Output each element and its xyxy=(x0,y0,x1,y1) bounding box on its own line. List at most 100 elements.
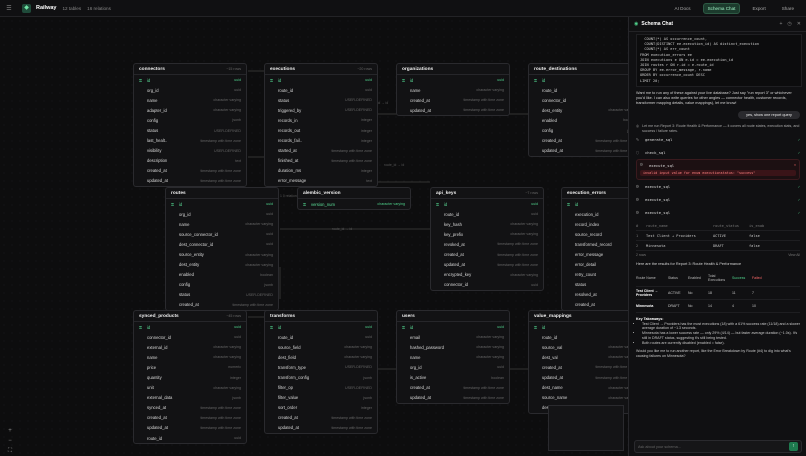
column-row[interactable]: updated_at timestamp with time zone xyxy=(134,176,246,186)
column-row[interactable]: resolved_attimestamp with time zone xyxy=(562,290,628,300)
tool-call-execute_sql[interactable]: ⚙ execute_sql ✓ xyxy=(636,180,800,193)
column-row[interactable]: status USER-DEFINED xyxy=(166,290,278,300)
table-card-execution_errors[interactable]: execution_errors⚿iduuidexecution_iduuidr… xyxy=(561,187,628,312)
column-row[interactable]: configjsonb xyxy=(529,125,628,135)
column-row[interactable]: name character varying xyxy=(397,352,509,362)
column-row[interactable]: updated_at timestamp with time zone xyxy=(431,260,543,270)
column-row[interactable]: name character varying xyxy=(134,352,246,362)
column-row[interactable]: sort_order integer xyxy=(265,403,377,413)
column-row[interactable]: org_id uuid xyxy=(166,209,278,219)
column-row[interactable]: source_field character varying xyxy=(265,342,377,352)
column-row[interactable]: ⚿iduuid xyxy=(134,322,246,332)
column-row[interactable]: retry_countinteger xyxy=(562,270,628,280)
column-row[interactable]: ⚿iduuid xyxy=(529,322,628,332)
fit-view-icon[interactable]: ⛶ xyxy=(4,447,16,455)
table-card-route_destinations[interactable]: route_destinations⚿iduuidroute_iduuidcon… xyxy=(528,63,628,157)
column-row[interactable]: transform_config jsonb xyxy=(265,372,377,382)
zoom-out-icon[interactable]: − xyxy=(4,437,16,445)
project-name[interactable]: Railway xyxy=(36,5,56,11)
schema-canvas[interactable]: route_id → id route_id → id route_id → i… xyxy=(0,17,628,456)
tool-call-check_sql[interactable]: ◌ check_sql ✓ xyxy=(636,146,800,159)
column-row[interactable]: synced_at timestamp with time zone xyxy=(134,403,246,413)
column-row[interactable]: error_detailjsonb xyxy=(562,260,628,270)
table-header[interactable]: organizations xyxy=(397,64,509,75)
column-row[interactable]: ⚿ version_num character varying xyxy=(298,199,410,209)
column-row[interactable]: duration_ms integer xyxy=(265,166,377,176)
tool-call-execute_sql[interactable]: ⚙ execute_sql ✓ xyxy=(636,206,800,219)
column-row[interactable]: unit character varying xyxy=(134,383,246,393)
close-icon[interactable]: ✕ xyxy=(797,21,801,27)
table-card-connectors[interactable]: connectors ~15 rows ⚿ id uuid org_id uuid name c… xyxy=(133,63,247,188)
column-row[interactable]: record_indexinteger xyxy=(562,219,628,229)
column-row[interactable]: updated_at timestamp with time zone xyxy=(529,146,628,156)
column-row[interactable]: enabled boolean xyxy=(166,270,278,280)
column-row[interactable]: updated_at timestamp with time zone xyxy=(265,423,377,433)
column-row[interactable]: name character varying xyxy=(166,219,278,229)
column-row[interactable]: created_at timestamp with time zone xyxy=(397,95,509,105)
table-card-alembic_version[interactable]: alembic_version ⚿ version_num character var… xyxy=(297,187,411,211)
column-row[interactable]: finished_at timestamp with time zone xyxy=(265,156,377,166)
column-row[interactable]: adapter_id character varying xyxy=(134,105,246,115)
column-row[interactable]: source_val character varying xyxy=(529,342,628,352)
column-row[interactable]: records_fail.. integer xyxy=(265,136,377,146)
column-row[interactable]: updated_at timestamp with time zone xyxy=(397,393,509,403)
column-row[interactable]: hashed_password character varying xyxy=(397,342,509,352)
column-row[interactable]: status USER-DEFINED xyxy=(265,95,377,105)
column-row[interactable]: ⚿iduuid xyxy=(431,199,543,209)
column-row[interactable]: created_at timestamp with time zone xyxy=(431,249,543,259)
column-row[interactable]: org_id uuid xyxy=(134,85,246,95)
column-row[interactable]: created_at timestamp with time zone xyxy=(134,166,246,176)
table-header[interactable]: execution_errors xyxy=(562,188,628,199)
send-button[interactable]: ↑ xyxy=(789,442,798,451)
column-row[interactable]: records_out integer xyxy=(265,125,377,135)
table-header[interactable]: executions ~20 rows xyxy=(265,64,377,75)
column-row[interactable]: name character varying xyxy=(397,85,509,95)
column-row[interactable]: ⚿iduuid xyxy=(166,199,278,209)
column-row[interactable]: route_iduuid xyxy=(431,209,543,219)
column-row[interactable]: source_recordjsonb xyxy=(562,229,628,239)
column-row[interactable]: created_at timestamp with time zone xyxy=(166,300,278,310)
column-row[interactable]: triggered_by USER-DEFINED xyxy=(265,105,377,115)
table-card-users[interactable]: users ⚿ id uuid email character varying hashed… xyxy=(396,310,510,404)
table-header[interactable]: connectors ~15 rows xyxy=(134,64,246,75)
column-row[interactable]: route_iduuid xyxy=(265,332,377,342)
column-row[interactable]: dest_entity character varying xyxy=(529,105,628,115)
ai-docs-button[interactable]: AI Docs xyxy=(671,4,695,13)
tool-call-generate_sql[interactable]: ✎ generate_sql ✓ xyxy=(636,133,800,146)
column-row[interactable]: execution_iduuid xyxy=(562,209,628,219)
table-card-synced_products[interactable]: synced_products ~45 rows ⚿ id uuid connector_… xyxy=(133,310,247,445)
minimap[interactable] xyxy=(548,405,624,451)
column-row[interactable]: last_healt.. timestamp with time zone xyxy=(134,136,246,146)
column-row[interactable]: error_messagetext xyxy=(562,249,628,259)
tool-call-execute_sql[interactable]: ⚙ execute_sql ✕ invalid input value for enu… xyxy=(636,159,800,181)
column-row[interactable]: updated_at timestamp with time zone xyxy=(397,105,509,115)
view-all-link[interactable]: View All xyxy=(788,253,800,257)
column-row[interactable]: ⚿iduuid xyxy=(562,199,628,209)
table-card-transforms[interactable]: transforms ⚿ id uuid route_id uuid source_fiel… xyxy=(264,310,378,435)
column-row[interactable]: source_name character varying xyxy=(529,393,628,403)
column-row[interactable]: updated_at timestamp with time zone xyxy=(529,372,628,382)
column-row[interactable]: source_entity character varying xyxy=(166,249,278,259)
new-chat-icon[interactable]: + xyxy=(780,21,783,27)
column-row[interactable]: status USER-DEFINED xyxy=(134,125,246,135)
column-row[interactable]: dest_name character varying xyxy=(529,383,628,393)
share-button[interactable]: Share xyxy=(778,4,798,13)
column-row[interactable]: name character varying xyxy=(134,95,246,105)
column-row[interactable]: ⚿iduuid xyxy=(397,322,509,332)
column-row[interactable]: updated_at timestamp with time zone xyxy=(134,423,246,433)
column-row[interactable]: created_at timestamp with time zone xyxy=(134,413,246,423)
zoom-in-icon[interactable]: + xyxy=(4,427,16,435)
column-row[interactable]: dest_val character varying xyxy=(529,352,628,362)
column-row[interactable]: visibility USER-DEFINED xyxy=(134,146,246,156)
column-row[interactable]: external_id character varying xyxy=(134,342,246,352)
column-row[interactable]: external_data jsonb xyxy=(134,393,246,403)
schema-chat-button[interactable]: Schema Chat xyxy=(702,3,741,14)
table-card-organizations[interactable]: organizations ⚿ id uuid name character varyin… xyxy=(396,63,510,117)
table-card-routes[interactable]: routes ⚿ id uuid org_id uuid name character var… xyxy=(165,187,279,312)
column-row[interactable]: transform_type USER-DEFINED xyxy=(265,362,377,372)
column-row[interactable]: created_at timestamp with time zone xyxy=(529,136,628,146)
table-header[interactable]: api_keys ~7 rows xyxy=(431,188,543,199)
column-row[interactable]: price numeric xyxy=(134,362,246,372)
table-header[interactable]: routes xyxy=(166,188,278,199)
column-row[interactable]: route_iduuid xyxy=(529,332,628,342)
